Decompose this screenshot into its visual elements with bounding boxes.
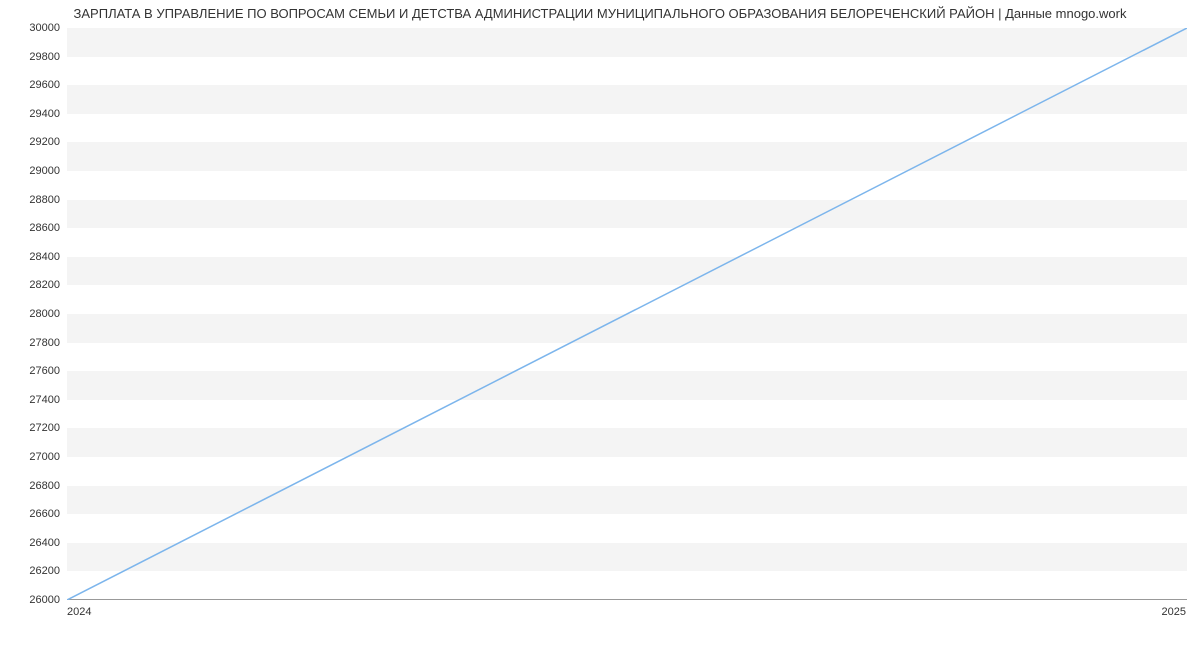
y-tick-29000: 29000 [5,165,60,177]
y-tick-28600: 28600 [5,222,60,234]
y-tick-28200: 28200 [5,279,60,291]
x-tick-start: 2024 [67,606,91,618]
y-tick-28800: 28800 [5,194,60,206]
y-tick-26200: 26200 [5,565,60,577]
data-line [67,28,1187,600]
y-tick-29200: 29200 [5,136,60,148]
y-tick-29600: 29600 [5,79,60,91]
y-tick-27400: 27400 [5,394,60,406]
y-tick-27000: 27000 [5,451,60,463]
line-svg [67,28,1187,600]
y-tick-27800: 27800 [5,337,60,349]
y-tick-28400: 28400 [5,251,60,263]
y-tick-26400: 26400 [5,537,60,549]
chart-title: ЗАРПЛАТА В УПРАВЛЕНИЕ ПО ВОПРОСАМ СЕМЬИ … [0,6,1200,21]
y-tick-28000: 28000 [5,308,60,320]
y-tick-27200: 27200 [5,422,60,434]
x-tick-end: 2025 [1162,606,1186,618]
y-tick-27600: 27600 [5,365,60,377]
y-tick-26800: 26800 [5,480,60,492]
y-tick-29800: 29800 [5,51,60,63]
y-tick-26000: 26000 [5,594,60,606]
y-tick-29400: 29400 [5,108,60,120]
y-tick-26600: 26600 [5,508,60,520]
y-tick-30000: 30000 [5,22,60,34]
